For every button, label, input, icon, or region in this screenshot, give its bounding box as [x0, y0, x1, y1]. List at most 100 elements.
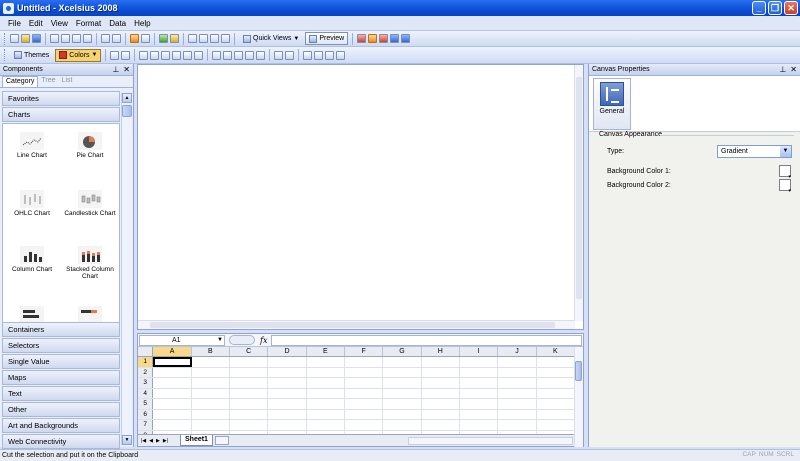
xcelsius-app-icon[interactable]: [3, 2, 14, 14]
cell[interactable]: [153, 388, 192, 398]
tab-general[interactable]: General: [593, 78, 631, 130]
column-header[interactable]: C: [230, 347, 269, 356]
bring-to-front-icon[interactable]: [303, 50, 313, 60]
toolbar-grip[interactable]: [4, 49, 7, 61]
menu-file[interactable]: File: [4, 19, 25, 28]
colors-button[interactable]: Colors ▼: [55, 48, 102, 62]
row-header[interactable]: 7: [138, 420, 154, 430]
category-containers[interactable]: Containers: [2, 322, 120, 337]
print-icon[interactable]: [50, 34, 59, 43]
column-header[interactable]: F: [345, 347, 384, 356]
cut-icon[interactable]: [61, 34, 70, 43]
cell[interactable]: [537, 367, 575, 377]
cell[interactable]: [268, 420, 307, 430]
cell[interactable]: [537, 420, 575, 430]
tab-category[interactable]: Category: [2, 76, 39, 87]
row-header[interactable]: 5: [138, 399, 154, 409]
send-backward-icon[interactable]: [336, 50, 346, 60]
refresh-icon[interactable]: [159, 34, 168, 43]
align-middle-icon[interactable]: [183, 50, 193, 60]
new-icon[interactable]: [10, 34, 19, 43]
column-header[interactable]: A: [153, 347, 192, 356]
cell[interactable]: [537, 357, 575, 367]
redo-icon[interactable]: [112, 34, 121, 43]
cell[interactable]: [307, 388, 345, 398]
cell[interactable]: [230, 367, 269, 377]
row-header[interactable]: 1: [138, 357, 154, 367]
align-top-icon[interactable]: [172, 50, 182, 60]
column-header[interactable]: B: [192, 347, 231, 356]
undo-icon[interactable]: [101, 34, 110, 43]
export-outlook-icon[interactable]: [390, 34, 400, 43]
cell[interactable]: [153, 420, 192, 430]
category-charts[interactable]: Charts: [2, 107, 120, 122]
grid-icon[interactable]: [110, 50, 120, 60]
tab-list[interactable]: List: [59, 76, 76, 87]
cell[interactable]: [537, 388, 575, 398]
cell[interactable]: [460, 388, 499, 398]
cell[interactable]: [307, 399, 345, 409]
layout-icon[interactable]: [188, 34, 197, 43]
ungroup-icon[interactable]: [210, 34, 219, 43]
cell[interactable]: [460, 357, 499, 367]
menu-edit[interactable]: Edit: [25, 19, 47, 28]
ohlc-chart-item[interactable]: OHLC Chart: [3, 190, 61, 217]
category-text[interactable]: Text: [2, 386, 120, 401]
cell[interactable]: [422, 420, 460, 430]
close-icon[interactable]: ✕: [790, 65, 797, 74]
canvas-horizontal-scrollbar[interactable]: [138, 320, 575, 329]
cell[interactable]: [537, 409, 575, 419]
next-sheet-icon[interactable]: ▶: [156, 438, 160, 444]
sheet-vertical-scrollbar[interactable]: [574, 347, 583, 447]
same-width-icon[interactable]: [234, 50, 244, 60]
cell[interactable]: [268, 399, 307, 409]
scroll-thumb[interactable]: [150, 322, 555, 328]
center-vertical-icon[interactable]: [285, 50, 295, 60]
space-horizontal-icon[interactable]: [212, 50, 222, 60]
send-to-back-icon[interactable]: [314, 50, 324, 60]
close-button[interactable]: ✕: [784, 1, 798, 15]
cell[interactable]: [498, 388, 537, 398]
cell[interactable]: [422, 399, 460, 409]
cell[interactable]: [498, 378, 537, 388]
export-flash-icon[interactable]: [357, 34, 367, 43]
space-vertical-icon[interactable]: [223, 50, 233, 60]
align-center-icon[interactable]: [150, 50, 160, 60]
components-scrollbar[interactable]: ▲ ▼: [121, 93, 132, 445]
menu-data[interactable]: Data: [105, 19, 130, 28]
fx-icon[interactable]: fx: [260, 336, 267, 345]
pin-icon[interactable]: ⊥: [779, 65, 786, 74]
pie-chart-item[interactable]: Pie Chart: [61, 132, 119, 159]
menu-view[interactable]: View: [47, 19, 72, 28]
cell[interactable]: [153, 367, 192, 377]
row-header[interactable]: 6: [138, 409, 154, 419]
bring-forward-icon[interactable]: [325, 50, 335, 60]
cell[interactable]: [383, 388, 422, 398]
cell[interactable]: [537, 378, 575, 388]
name-box[interactable]: A1 ▼: [139, 334, 225, 346]
snap-to-grid-icon[interactable]: [121, 50, 131, 60]
cell[interactable]: [460, 420, 499, 430]
close-icon[interactable]: ✕: [123, 65, 130, 74]
crosshair-icon[interactable]: [141, 34, 150, 43]
cell[interactable]: [422, 367, 460, 377]
fit-canvas-icon[interactable]: [221, 34, 230, 43]
cell[interactable]: [268, 367, 307, 377]
cell[interactable]: [460, 409, 499, 419]
menu-help[interactable]: Help: [130, 19, 154, 28]
category-web-connectivity[interactable]: Web Connectivity: [2, 434, 120, 449]
type-dropdown[interactable]: Gradient ▼: [717, 145, 792, 158]
cell[interactable]: [383, 378, 422, 388]
cell[interactable]: [230, 399, 269, 409]
cell[interactable]: [383, 409, 422, 419]
cell[interactable]: [498, 409, 537, 419]
cell[interactable]: [268, 409, 307, 419]
cell[interactable]: [422, 388, 460, 398]
cell[interactable]: [345, 357, 384, 367]
background-color-2-picker[interactable]: [779, 179, 791, 194]
cell[interactable]: [230, 388, 269, 398]
export-word-icon[interactable]: [401, 34, 411, 43]
category-other[interactable]: Other: [2, 402, 120, 417]
preview-button[interactable]: Preview: [305, 32, 349, 45]
prev-sheet-icon[interactable]: ◀: [149, 438, 153, 444]
